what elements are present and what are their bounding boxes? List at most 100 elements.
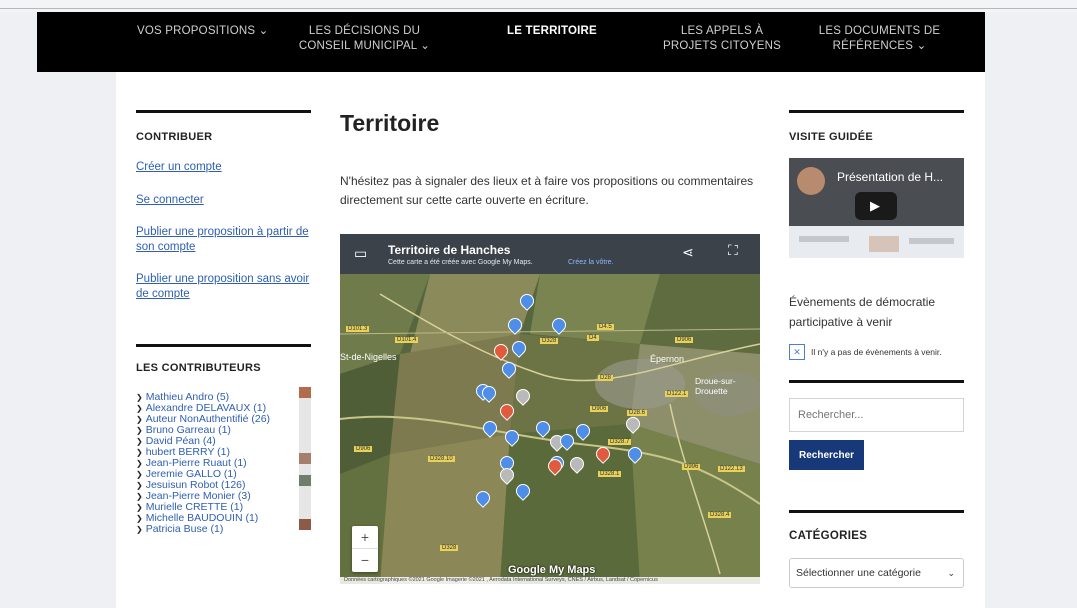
zoom-out-button[interactable]: − <box>352 549 378 572</box>
list-item[interactable]: ❯ hubert BERRY (1) <box>136 442 311 458</box>
avatar <box>299 409 311 420</box>
contributors-list: ❯ Mathieu Andro (5) ❯ Alexandre DELAVAUX (… <box>136 387 311 535</box>
link-create-account[interactable]: Créer un compte <box>136 160 311 175</box>
list-item[interactable]: ❯ David Péan (4) <box>136 431 311 447</box>
road-label: D328 <box>540 338 559 344</box>
map-menu-icon[interactable]: ▭ <box>354 245 367 262</box>
avatar <box>299 464 311 475</box>
road-label: D328.4 <box>708 512 732 518</box>
map-attribution: Données cartographiques ©2021 Google Ima… <box>340 577 760 584</box>
nav-documents-references[interactable]: LES DOCUMENTS DE RÉFÉRENCES ⌄ <box>807 24 952 54</box>
avatar <box>299 497 311 508</box>
list-item[interactable]: ❯ Bruno Garreau (1) <box>136 420 311 436</box>
page-content: CONTRIBUER Créer un compte Se connecter … <box>116 72 985 608</box>
avatar <box>299 431 311 442</box>
avatar <box>299 453 311 464</box>
avatar <box>299 442 311 453</box>
map-subtitle: Cette carte a été créée avec Google My M… <box>388 259 533 266</box>
video-title: Présentation de H... <box>837 170 944 184</box>
link-publish-without-account[interactable]: Publier une proposition sans avoir de co… <box>136 272 311 302</box>
main-navigation: VOS PROPOSITIONS ⌄ LES DÉCISIONS DU CONS… <box>37 12 985 72</box>
fullscreen-icon[interactable]: ⛶ <box>728 242 738 259</box>
list-item[interactable]: ❯ Mathieu Andro (5) <box>136 387 311 403</box>
list-item[interactable]: ❯ Murielle CRETTE (1) <box>136 497 311 513</box>
categories-title: CATÉGORIES <box>789 530 868 542</box>
link-login[interactable]: Se connecter <box>136 193 311 208</box>
map-header: ▭ Territoire de Hanches Cette carte a ét… <box>340 234 760 274</box>
events-title: Évènements de démocratie participative à… <box>789 295 936 329</box>
search-input[interactable] <box>789 398 964 432</box>
road-label: D122.13 <box>718 466 745 472</box>
embedded-map[interactable]: ▭ Territoire de Hanches Cette carte a ét… <box>340 234 760 584</box>
list-item[interactable]: ❯ Patricia Buse (1) <box>136 519 311 535</box>
play-icon: ▶ <box>870 198 880 213</box>
list-item[interactable]: ❯ Alexandre DELAVAUX (1) <box>136 398 311 414</box>
map-satellite-imagery <box>340 234 760 584</box>
contribuer-title: CONTRIBUER <box>136 131 213 143</box>
map-place-label: Épernon <box>650 354 685 364</box>
divider-bar <box>789 380 964 383</box>
road-label: D4 <box>587 335 599 341</box>
divider-bar <box>789 110 964 113</box>
road-label: D328.7 <box>608 439 632 445</box>
video-thumbnail[interactable]: Présentation de H... ▶ <box>789 158 964 258</box>
road-label: D906 <box>354 446 373 452</box>
list-item[interactable]: ❯ Jean-Pierre Ruaut (1) <box>136 453 311 469</box>
play-button[interactable]: ▶ <box>855 192 897 220</box>
divider-bar <box>789 510 964 513</box>
road-label: D101.3 <box>346 326 370 332</box>
road-label: D4.5 <box>597 324 614 330</box>
list-item[interactable]: ❯ Michelle BAUDOUIN (1) <box>136 508 311 524</box>
road-label: D328.10 <box>428 456 455 462</box>
intro-text: N'hésitez pas à signaler des lieux et à … <box>340 174 754 207</box>
no-events-text: Il n'y a pas de évènements à venir. <box>811 347 942 357</box>
map-title: Territoire de Hanches <box>388 243 511 257</box>
zoom-control: + − <box>352 526 378 572</box>
road-label: D328.1 <box>598 471 622 477</box>
road-label: D28.6 <box>627 410 648 416</box>
list-item[interactable]: ❯ Jesuisun Robot (126) <box>136 475 311 491</box>
thumbnail-decoration <box>799 236 849 242</box>
avatar <box>299 486 311 497</box>
browser-top-strip <box>0 0 1077 12</box>
category-select-value: Sélectionner une catégorie <box>796 567 921 579</box>
avatar <box>299 387 311 398</box>
nav-territoire[interactable]: LE TERRITOIRE <box>507 24 597 39</box>
google-my-maps-logo: Google My Maps <box>508 564 596 576</box>
road-label: D328 <box>440 545 459 551</box>
nav-decisions-conseil[interactable]: LES DÉCISIONS DU CONSEIL MUNICIPAL ⌄ <box>282 24 447 54</box>
road-label: D906 <box>675 337 694 343</box>
zoom-in-button[interactable]: + <box>352 526 378 549</box>
chevron-down-icon: ⌄ <box>947 568 955 578</box>
avatar <box>299 420 311 431</box>
map-place-label: Droue-sur-Drouette <box>695 376 736 396</box>
map-place-label: St-de-Nigelles <box>340 352 397 362</box>
nav-vos-propositions[interactable]: VOS PROPOSITIONS ⌄ <box>137 24 268 39</box>
road-label: D101.4 <box>395 337 419 343</box>
thumbnail-decoration <box>869 236 899 252</box>
avatar <box>797 167 825 195</box>
chevron-right-icon: ❯ <box>136 525 143 534</box>
link-publish-with-account[interactable]: Publier une proposition à partir de son … <box>136 225 311 255</box>
page-title: Territoire <box>340 110 440 136</box>
right-sidebar: VISITE GUIDÉE Présentation de H... ▶ Évè… <box>789 110 964 588</box>
contributors-title: LES CONTRIBUTEURS <box>136 362 261 374</box>
nav-appels-projets[interactable]: LES APPELS À PROJETS CITOYENS <box>652 24 792 54</box>
share-icon[interactable]: ⋖ <box>682 244 694 261</box>
list-item[interactable]: ❯ Jean-Pierre Monier (3) <box>136 486 311 502</box>
avatar <box>299 398 311 409</box>
category-select[interactable]: Sélectionner une catégorie ⌄ <box>789 558 964 588</box>
map-subtitle-link[interactable]: Créez la vôtre. <box>568 259 614 266</box>
divider-bar <box>136 344 311 347</box>
avatar <box>299 475 311 486</box>
left-sidebar: CONTRIBUER Créer un compte Se connecter … <box>136 110 311 535</box>
no-events-row: ✕ Il n'y a pas de évènements à venir. <box>789 344 964 364</box>
divider-bar <box>136 110 311 113</box>
main-content: Territoire N'hésitez pas à signaler des … <box>340 110 760 584</box>
road-label: D28 <box>598 375 614 381</box>
avatar <box>299 519 311 530</box>
road-label: D122.1 <box>665 391 689 397</box>
list-item[interactable]: ❯ Jeremie GALLO (1) <box>136 464 311 480</box>
list-item[interactable]: ❯ Auteur NonAuthentifié (26) <box>136 409 311 425</box>
search-button[interactable]: Rechercher <box>789 440 865 470</box>
